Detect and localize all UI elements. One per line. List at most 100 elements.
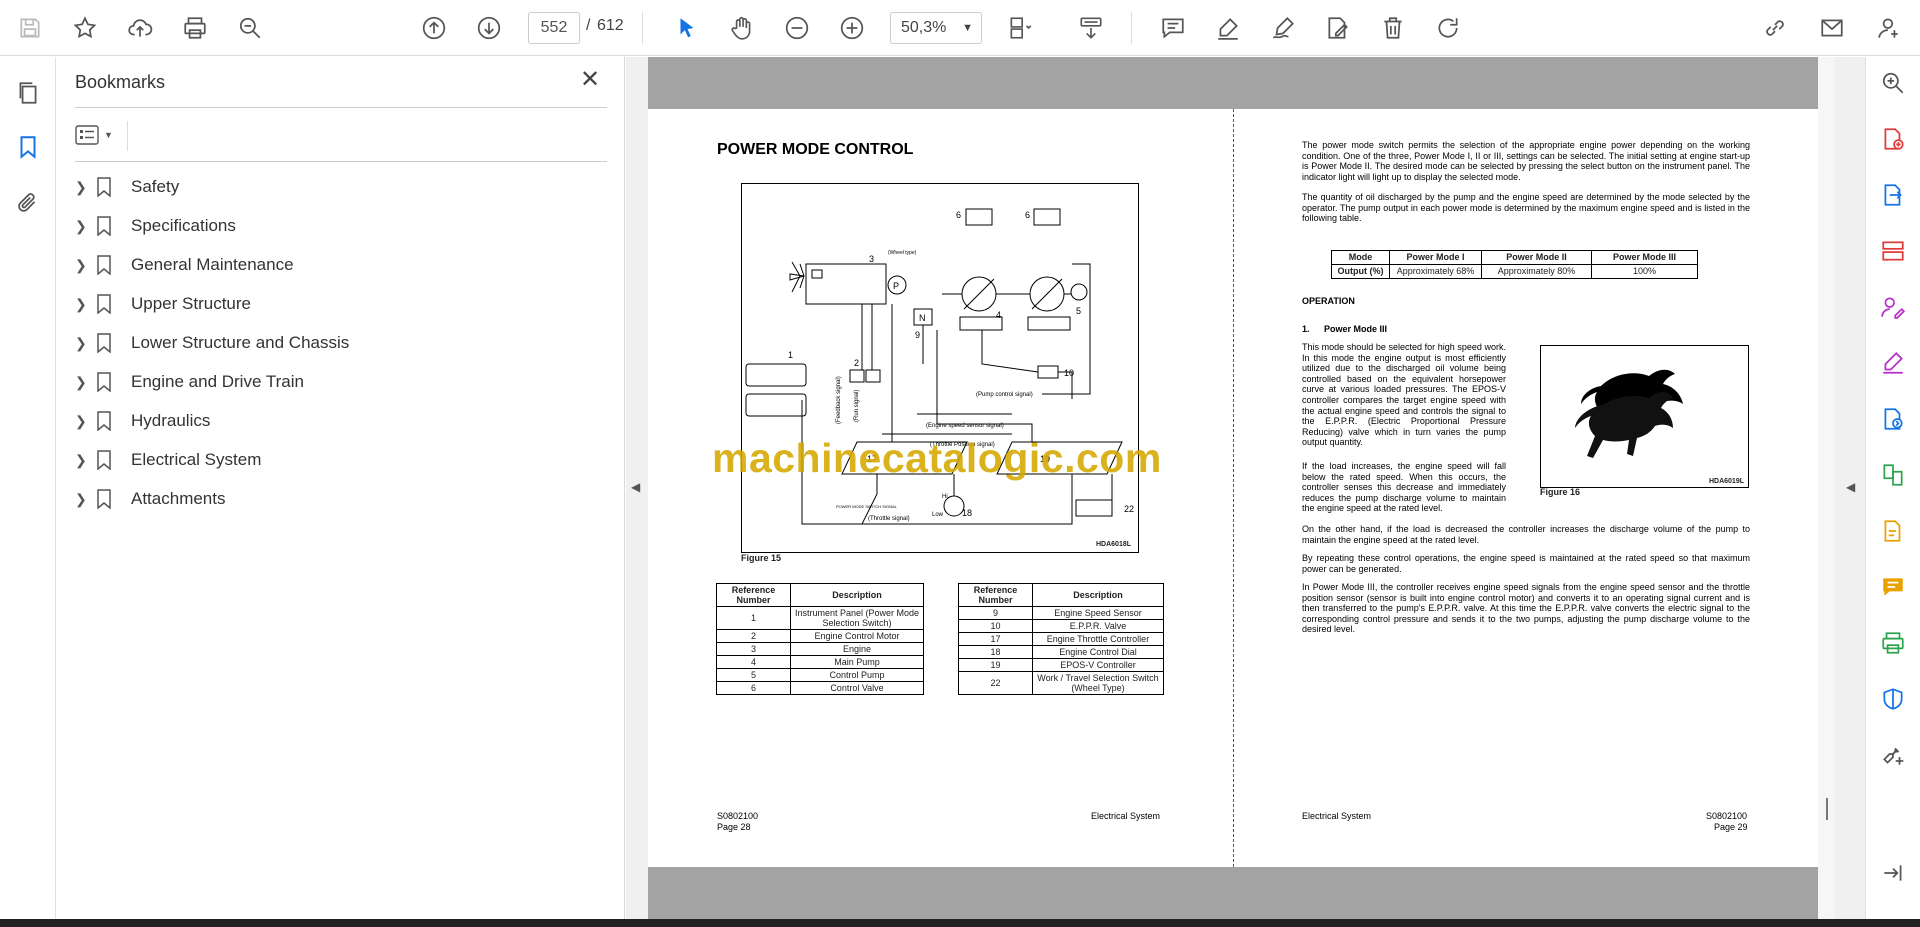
delete-icon[interactable]	[1377, 12, 1409, 44]
body-paragraph: By repeating these control operations, t…	[1302, 553, 1750, 574]
page-total: 612	[597, 17, 624, 34]
sign-icon[interactable]	[1267, 12, 1299, 44]
close-icon[interactable]: ✕	[577, 67, 603, 93]
fill-sign-icon[interactable]	[1322, 12, 1354, 44]
page-number-input[interactable]: 552	[528, 12, 580, 44]
chevron-right-icon[interactable]: ❯	[75, 296, 97, 313]
more-tools-icon[interactable]	[1877, 739, 1909, 771]
page-down-icon[interactable]	[473, 12, 505, 44]
footer-page: Page 28	[717, 822, 751, 832]
bookmark-item[interactable]: ❯ Electrical System	[75, 445, 595, 475]
body-paragraph: This mode should be selected for high sp…	[1302, 342, 1506, 448]
bookmark-item[interactable]: ❯ Attachments	[75, 484, 595, 514]
chevron-right-icon[interactable]: ❯	[75, 335, 97, 352]
diagram-label: Hi	[942, 494, 948, 500]
bookmark-item[interactable]: ❯ Engine and Drive Train	[75, 367, 595, 397]
user-account-icon[interactable]	[1873, 12, 1905, 44]
table-cell: 2	[716, 629, 791, 643]
subsection-number: 1.	[1302, 324, 1310, 334]
edit-pdf-icon[interactable]	[1877, 515, 1909, 547]
hand-pan-icon[interactable]	[726, 12, 758, 44]
bookmarks-panel-icon[interactable]	[12, 131, 44, 163]
select-cursor-icon[interactable]	[671, 12, 703, 44]
bookmark-item[interactable]: ❯ General Maintenance	[75, 250, 595, 280]
zoom-search-icon[interactable]	[1877, 67, 1909, 99]
chevron-down-icon: ▼	[962, 22, 973, 34]
table-row: 5 Control Pump	[716, 668, 924, 682]
chevron-right-icon[interactable]: ❯	[75, 413, 97, 430]
footer-section: Electrical System	[1091, 811, 1161, 821]
rotate-icon[interactable]	[1432, 12, 1464, 44]
diagram-label: 6	[956, 210, 961, 220]
chevron-right-icon[interactable]: ❯	[75, 179, 97, 196]
highlight-pen-icon[interactable]	[1212, 12, 1244, 44]
page-up-icon[interactable]	[418, 12, 450, 44]
chevron-right-icon[interactable]: ❯	[75, 257, 97, 274]
save-icon[interactable]	[14, 12, 46, 44]
bookmark-options-button[interactable]: ▼	[75, 120, 125, 150]
print-production-icon[interactable]	[1877, 627, 1909, 659]
table-cell: Approximately 80%	[1481, 264, 1592, 279]
bookmark-item[interactable]: ❯ Lower Structure and Chassis	[75, 328, 595, 358]
zoom-in-icon[interactable]	[836, 12, 868, 44]
chevron-right-icon[interactable]: ❯	[75, 374, 97, 391]
scrollbar-thumb[interactable]	[1826, 798, 1828, 820]
protect-shield-icon[interactable]	[1877, 683, 1909, 715]
table-header: Power Mode II	[1481, 250, 1592, 265]
chevron-right-icon[interactable]: ❯	[75, 452, 97, 469]
export-pdf-icon[interactable]	[1877, 179, 1909, 211]
bookmark-label: Hydraulics	[131, 411, 211, 430]
collapse-left-panel-icon[interactable]: ◀	[631, 480, 640, 494]
scroll-mode-icon[interactable]	[1075, 12, 1107, 44]
bookmarks-title: Bookmarks	[75, 72, 166, 92]
zoom-out-icon[interactable]	[781, 12, 813, 44]
print-icon[interactable]	[179, 12, 211, 44]
bookmark-label: Electrical System	[131, 450, 262, 469]
organize-pages-icon[interactable]	[1877, 235, 1909, 267]
diagram-label: 2	[854, 358, 859, 368]
bookmark-item[interactable]: ❯ Specifications	[75, 211, 595, 241]
bookmark-icon	[97, 371, 131, 393]
diagram-label: (Wheel type)	[888, 250, 917, 256]
pages-thumbnail-icon[interactable]	[12, 77, 44, 109]
zoom-level-value: 50,3%	[901, 19, 947, 36]
email-icon[interactable]	[1816, 12, 1848, 44]
bookmark-star-icon[interactable]	[69, 12, 101, 44]
search-zoom-icon[interactable]	[234, 12, 266, 44]
table-header: Reference Number	[716, 583, 791, 607]
fit-page-icon[interactable]	[1004, 12, 1036, 44]
create-pdf-icon[interactable]	[1877, 123, 1909, 155]
bookmark-item[interactable]: ❯ Safety	[75, 172, 595, 202]
watermark: machinecatalogic.com	[712, 435, 1162, 481]
taskbar-strip	[0, 919, 1920, 927]
bookmark-item[interactable]: ❯ Upper Structure	[75, 289, 595, 319]
bookmark-label: Upper Structure	[131, 294, 251, 313]
send-for-review-icon[interactable]	[1877, 403, 1909, 435]
upload-cloud-icon[interactable]	[124, 12, 156, 44]
attachments-paperclip-icon[interactable]	[12, 187, 44, 219]
vertical-scrollbar[interactable]	[1818, 57, 1834, 919]
bookmark-icon	[97, 176, 131, 198]
toolbar-divider	[1131, 12, 1132, 44]
request-signatures-icon[interactable]	[1877, 291, 1909, 323]
comment-icon[interactable]	[1157, 12, 1189, 44]
diagram-label: 5	[1076, 306, 1081, 316]
zoom-level-select[interactable]: 50,3% ▼	[890, 12, 982, 44]
chevron-right-icon[interactable]: ❯	[75, 491, 97, 508]
collapse-right-panel-icon[interactable]: ◀	[1846, 480, 1855, 494]
figure-code: HDA6019L	[1708, 478, 1744, 485]
comment-tool-icon[interactable]	[1877, 571, 1909, 603]
fill-and-sign-icon[interactable]	[1877, 347, 1909, 379]
reference-table: Reference Number Description 1 Instrument …	[716, 583, 924, 695]
diagram-label: 22	[1124, 504, 1134, 514]
bookmark-item[interactable]: ❯ Hydraulics	[75, 406, 595, 436]
table-row: 17 Engine Throttle Controller	[958, 632, 1164, 646]
chevron-right-icon[interactable]: ❯	[75, 218, 97, 235]
collapse-tools-icon[interactable]	[1877, 857, 1909, 889]
bookmark-label: Engine and Drive Train	[131, 372, 304, 391]
compare-files-icon[interactable]	[1877, 459, 1909, 491]
table-cell: Approximately 68%	[1389, 264, 1482, 279]
body-paragraph: The quantity of oil discharged by the pu…	[1302, 192, 1750, 224]
table-header: Description	[1032, 583, 1164, 607]
share-link-icon[interactable]	[1759, 12, 1791, 44]
